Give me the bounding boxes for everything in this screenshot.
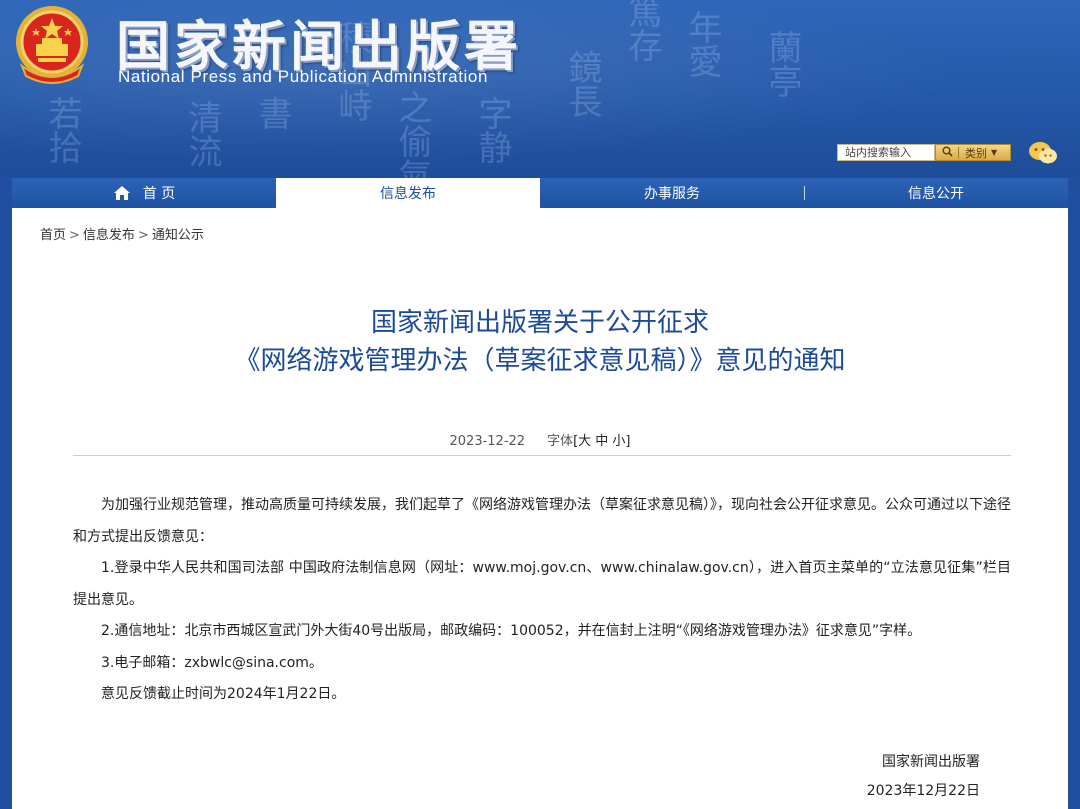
breadcrumb-home-link[interactable]: 首页 <box>40 228 66 243</box>
national-emblem-icon <box>16 6 88 84</box>
font-size-switcher[interactable]: [大 中 小] <box>573 434 630 449</box>
article-meta: 2023-12-22 字体[大 中 小] <box>12 430 1068 449</box>
article-paragraph: 2.通信地址：北京市西城区宣武门外大街40号出版局，邮政编码：100052，并在… <box>101 623 922 639</box>
wechat-icon[interactable] <box>1028 141 1058 165</box>
article-body: 为加强行业规范管理，推动高质量可持续发展，我们起草了《网络游戏管理办法（草案征求… <box>73 490 1011 711</box>
search-icon[interactable] <box>936 146 958 160</box>
article-signature: 国家新闻出版署 2023年12月22日 <box>867 748 980 806</box>
breadcrumb-separator: > <box>69 228 80 243</box>
main-content: 首页 > 信息发布 > 通知公示 国家新闻出版署关于公开征求 《网络游戏管理办法（草案征… <box>12 208 1068 809</box>
nav-item-info-disclosure[interactable]: 信息公开 <box>804 178 1068 208</box>
article-paragraph: 1.登录中华人民共和国司法部 中国政府法制信息网（网址：www.moj.gov.… <box>73 560 1011 608</box>
breadcrumb-separator: > <box>137 228 149 243</box>
article-paragraph: 为加强行业规范管理，推动高质量可持续发展，我们起草了《网络游戏管理办法（草案征求… <box>73 497 1011 545</box>
font-size-label: 字体 <box>547 434 574 449</box>
publish-date: 2023-12-22 <box>449 434 526 449</box>
article-title-line: 国家新闻出版署关于公开征求 <box>370 308 709 338</box>
article-title-line: 《网络游戏管理办法（草案征求意见稿）》意见的通知 <box>234 346 846 376</box>
site-title-english: National Press and Publication Administr… <box>118 67 489 86</box>
background-calligraphy: 清流 <box>182 100 222 168</box>
background-calligraphy: 鏡長 <box>562 50 602 118</box>
nav-item-label: 首 页 <box>142 186 176 202</box>
signature-date: 2023年12月22日 <box>866 783 980 799</box>
nav-item-home[interactable]: 首 页 <box>12 178 276 208</box>
background-calligraphy: 篤存 <box>622 0 662 62</box>
background-calligraphy: 書 <box>252 96 292 130</box>
article-paragraph: 3.电子邮箱：zxbwlc@sina.com。 <box>101 654 323 671</box>
divider <box>73 455 1011 456</box>
search-input[interactable]: 站内搜索输入 <box>837 144 935 161</box>
article-paragraph: 意见反馈截止时间为2024年1月22日。 <box>101 686 346 702</box>
nav-item-label: 办事服务 <box>644 186 700 202</box>
nav-item-label: 信息发布 <box>380 186 436 202</box>
background-calligraphy: 字静 <box>472 96 512 164</box>
breadcrumb-news-link[interactable]: 信息发布 <box>83 228 135 243</box>
site-header: 積山峙 之偷氣 鏡長 篤存 年愛 蘭亭 清流 若拾 字静 書 国家新闻出版署 N… <box>0 0 1080 178</box>
background-calligraphy: 之偷氣 <box>392 90 432 178</box>
breadcrumb-notices-link[interactable]: 通知公示 <box>152 228 204 243</box>
nav-item-news-release[interactable]: 信息发布 <box>276 178 540 208</box>
category-label: 类别 <box>965 146 987 160</box>
caret-down-icon: ▼ <box>991 148 998 157</box>
breadcrumb: 首页 > 信息发布 > 通知公示 <box>40 224 204 243</box>
main-nav: 首 页 信息发布 办事服务 信息公开 <box>12 178 1068 208</box>
background-calligraphy: 若拾 <box>42 96 82 164</box>
article-title: 国家新闻出版署关于公开征求 《网络游戏管理办法（草案征求意见稿）》意见的通知 <box>12 304 1068 380</box>
home-icon <box>113 186 130 200</box>
nav-item-services[interactable]: 办事服务 <box>540 178 804 208</box>
signature-org: 国家新闻出版署 <box>882 754 980 770</box>
background-calligraphy: 蘭亭 <box>762 30 802 98</box>
nav-item-label: 信息公开 <box>908 186 964 202</box>
background-calligraphy: 年愛 <box>682 10 722 78</box>
search-category-button[interactable]: 类别 ▼ <box>935 144 1011 161</box>
